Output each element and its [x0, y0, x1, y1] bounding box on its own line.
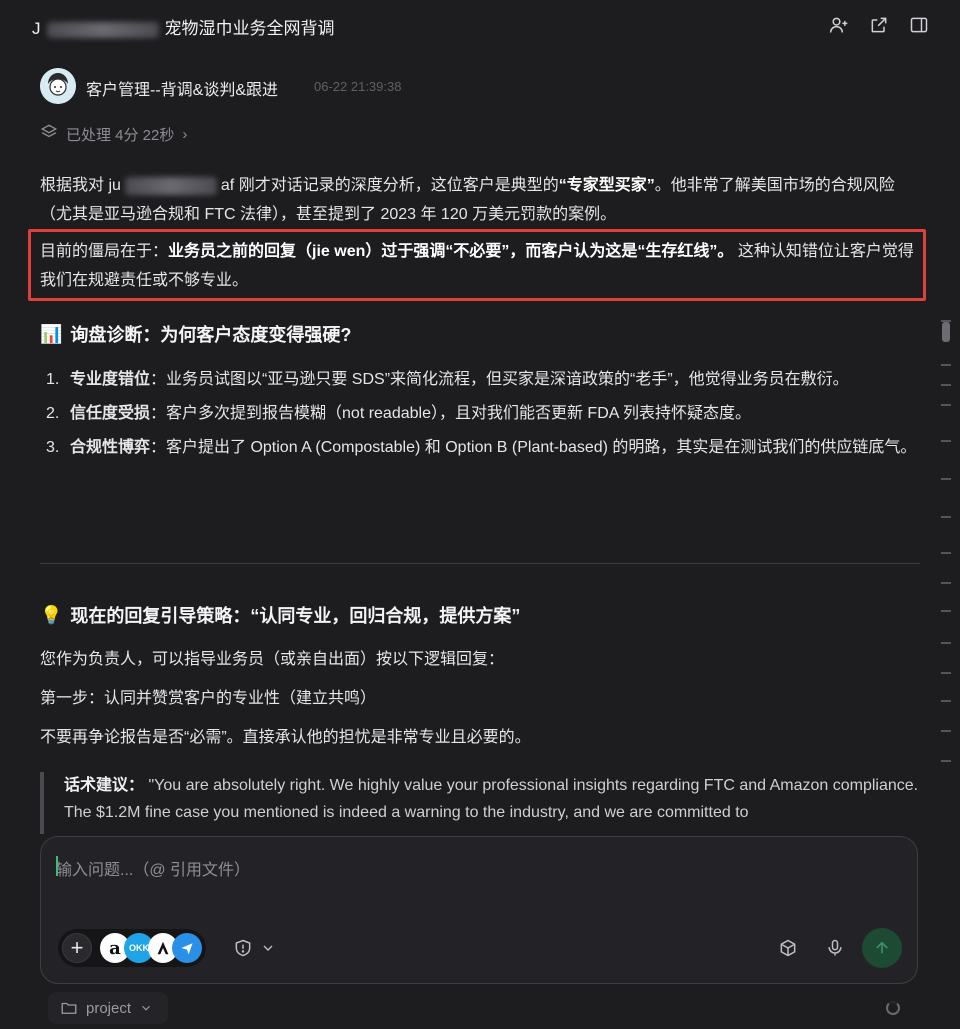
- processed-label: 已处理 4分 22秒: [66, 126, 175, 144]
- folder-icon: [61, 1002, 77, 1014]
- arrow-up-icon: [876, 941, 888, 954]
- chevron-down-icon[interactable]: [255, 935, 281, 961]
- list-item: 2. 信任度受损：客户多次提到报告模糊（not readable），且对我们能否更…: [46, 405, 751, 422]
- title-text: 宠物湿巾业务全网背调: [164, 19, 335, 38]
- add-attachment-button[interactable]: +: [62, 933, 92, 963]
- intro-bold: “专家型买家”: [558, 177, 655, 194]
- send-button[interactable]: [862, 928, 902, 968]
- project-label: project: [86, 999, 132, 1017]
- intro-paragraph: 根据我对 ju af 刚才对话记录的深度分析，这位客户是典型的“专家型买家”。他非…: [40, 171, 920, 229]
- agent-avatar: [40, 68, 76, 104]
- conversation-title: J 宠物湿巾业务全网背调: [32, 14, 335, 39]
- section-diagnosis-title: 询盘诊断：为何客户态度变得强硬?: [70, 325, 352, 345]
- strategy-line-3: 不要再争论报告是否“必需”。直接承认他的担忧是非常专业且必要的。: [40, 729, 531, 746]
- list-item-bold: 信任度受损: [70, 405, 151, 422]
- lightbulb-icon: 💡: [40, 604, 63, 625]
- script-suggestion-quote: 话术建议： "You are absolutely right. We high…: [40, 772, 920, 834]
- layers-icon: [40, 123, 58, 145]
- loading-spinner-icon: [886, 1001, 900, 1015]
- strategy-line-1: 您作为负责人，可以指导业务员（或亲自出面）按以下逻辑回复：: [40, 651, 505, 668]
- chat-input[interactable]: 输入问题...（@ 引用文件）: [56, 856, 250, 880]
- processed-toggle[interactable]: 已处理 4分 22秒 ›: [40, 123, 187, 145]
- list-item-bold: 合规性博弈: [70, 439, 151, 456]
- list-item: 3. 合规性博弈：客户提出了 Option A (Compostable) 和 O…: [46, 439, 917, 456]
- list-item-bold: 专业度错位: [70, 371, 151, 388]
- strategy-line-2: 第一步：认同并赞赏客户的专业性（建立共鸣）: [40, 690, 377, 707]
- divider: [40, 563, 920, 564]
- section-diagnosis-heading: 📊 询盘诊断：为何客户态度变得强硬?: [40, 321, 351, 347]
- redacted-text: [124, 176, 217, 195]
- list-item: 1. 专业度错位：业务员试图以“亚马逊只要 SDS”来简化流程，但买家是深谙政策的…: [46, 371, 849, 388]
- section-strategy-title: 现在的回复引导策略：“认同专业，回归合规，提供方案”: [70, 606, 521, 626]
- deadlock-bold: 业务员之前的回复（jie wen）过于强调“不必要”，而客户认为这是“生存红线”…: [168, 243, 734, 260]
- quote-label: 话术建议：: [64, 777, 145, 794]
- intro-text-a: 根据我对 ju: [40, 177, 121, 194]
- redacted-text: [46, 21, 159, 38]
- scroll-thumb[interactable]: [942, 322, 950, 342]
- add-member-icon[interactable]: [826, 12, 852, 38]
- microphone-icon[interactable]: [822, 935, 848, 961]
- message-timestamp: 06-22 21:39:38: [314, 79, 402, 94]
- shield-icon[interactable]: [230, 935, 256, 961]
- list-item-text: ：客户多次提到报告模糊（not readable），且对我们能否更新 FDA 列…: [150, 405, 751, 422]
- list-item-text: ：客户提出了 Option A (Compostable) 和 Option B…: [150, 439, 917, 456]
- section-strategy-heading: 💡 现在的回复引导策略：“认同专业，回归合规，提供方案”: [40, 602, 520, 628]
- agent-name: 客户管理--背调&谈判&跟进: [86, 82, 279, 99]
- bar-chart-icon: 📊: [40, 323, 63, 344]
- deadlock-paragraph: 目前的僵局在于：业务员之前的回复（jie wen）过于强调“不必要”，而客户认为…: [40, 237, 916, 295]
- chevron-down-icon: [142, 1005, 150, 1011]
- sidebar-toggle-icon[interactable]: [906, 12, 932, 38]
- intro-text-b: af 刚才对话记录的深度分析，这位客户是典型的: [220, 177, 559, 194]
- open-external-icon[interactable]: [866, 12, 892, 38]
- title-prefix: J: [32, 19, 41, 38]
- deadlock-text-a: 目前的僵局在于：: [40, 243, 169, 260]
- list-item-text: ：业务员试图以“亚马逊只要 SDS”来简化流程，但买家是深谙政策的“老手”，他觉…: [150, 371, 849, 388]
- chevron-right-icon: ›: [182, 125, 188, 143]
- send-plugin-icon[interactable]: [172, 933, 202, 963]
- project-selector[interactable]: project: [48, 992, 168, 1024]
- diagnosis-list: 1. 专业度错位：业务员试图以“亚马逊只要 SDS”来简化流程，但买家是深谙政策的…: [40, 364, 920, 466]
- quote-text: "You are absolutely right. We highly val…: [64, 777, 919, 821]
- cube-icon[interactable]: [775, 935, 801, 961]
